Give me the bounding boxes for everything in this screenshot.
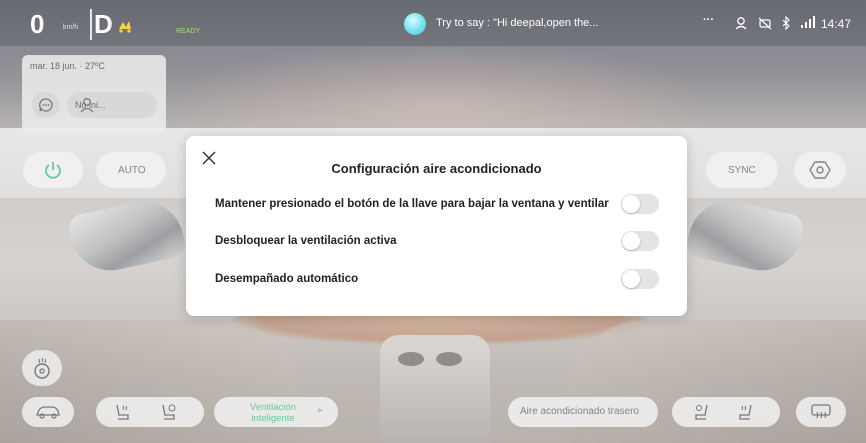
setting-label: Mantener presionado el botón de la llave… — [215, 198, 609, 210]
auto-defog-toggle[interactable] — [621, 269, 659, 289]
setting-row-key-ventilation: Mantener presionado el botón de la llave… — [215, 194, 675, 216]
setting-label: Desbloquear la ventilación activa — [215, 235, 397, 247]
setting-label: Desempañado automático — [215, 273, 359, 285]
toggle-knob — [622, 270, 640, 288]
ac-settings-dialog: Configuración aire acondicionado Mantene… — [186, 136, 687, 316]
setting-row-auto-defog: Desempañado automático — [215, 269, 675, 291]
dialog-title: Configuración aire acondicionado — [331, 161, 542, 176]
active-ventilation-toggle[interactable] — [621, 231, 659, 251]
toggle-knob — [622, 232, 640, 250]
setting-row-active-ventilation: Desbloquear la ventilación activa — [215, 231, 675, 253]
key-ventilation-toggle[interactable] — [621, 194, 659, 214]
toggle-knob — [622, 195, 640, 213]
